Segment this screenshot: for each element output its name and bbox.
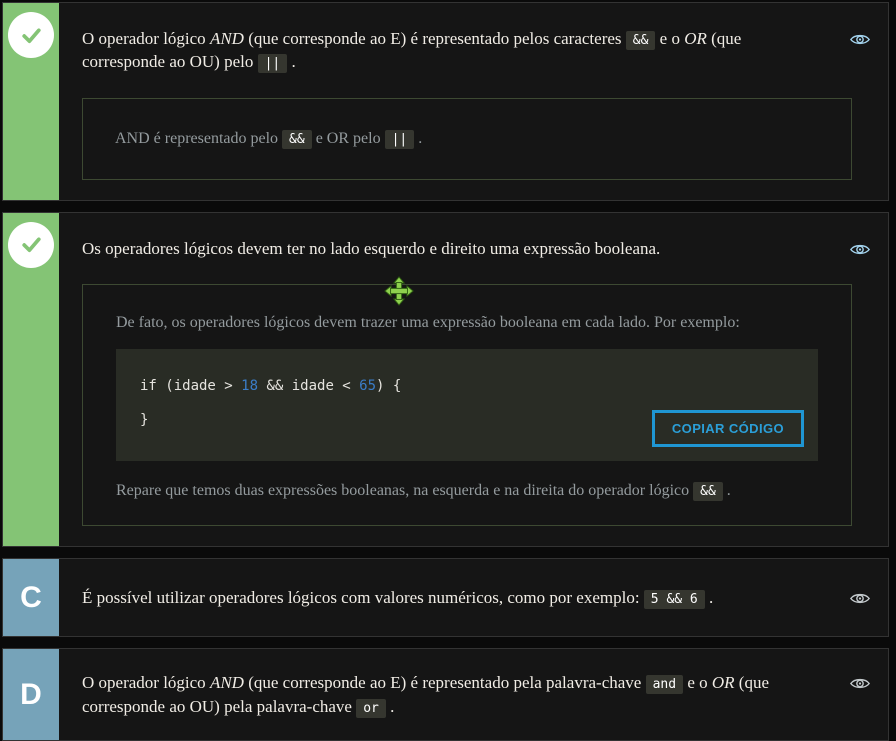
answer-content: É possível utilizar operadores lógicos c… [59,559,888,636]
answer-text: Os operadores lógicos devem ter no lado … [82,238,661,258]
visibility-toggle-button[interactable] [848,240,872,259]
answer-title-row: Os operadores lógicos devem ter no lado … [82,237,872,260]
copy-code-button[interactable]: COPIAR CÓDIGO [651,410,804,448]
correct-check-icon [8,221,54,268]
visibility-toggle-button[interactable] [848,589,872,608]
answer-content: O operador lógico AND (que corresponde a… [59,649,888,740]
answer-option-b: Os operadores lógicos devem ter no lado … [2,211,889,548]
eye-icon [849,34,871,45]
move-cursor-icon [384,276,414,307]
answer-text: O operador lógico AND (que corresponde a… [82,673,770,718]
feedback-intro-text: De fato, os operadores lógicos devem tra… [116,314,740,332]
answer-marker-correct [3,3,59,200]
quiz-review-page: { "colors": { "correct_marker_green": "#… [0,0,896,741]
feedback-panel: AND é representado pelo && e OR pelo || … [82,97,852,180]
visibility-toggle-button[interactable] [848,674,872,693]
answer-title-row: O operador lógico AND (que corresponde a… [82,671,872,718]
answer-content: O operador lógico AND (que corresponde a… [59,3,888,200]
option-letter: C [20,580,42,614]
eye-icon [849,594,871,604]
answer-content: Os operadores lógicos devem ter no lado … [59,213,888,546]
answer-marker-d: D [3,649,59,741]
checkmark-icon [21,27,41,43]
eye-icon [849,679,871,689]
option-letter: D [20,677,42,711]
answer-marker-c: C [3,559,59,637]
answer-title-row: É possível utilizar operadores lógicos c… [82,586,872,610]
answer-option-d: D O operador lógico AND (que corresponde… [2,648,889,741]
code-line: if (idade > 18 && idade < 65) { [140,378,402,395]
checkmark-icon [21,237,41,253]
visibility-toggle-button[interactable] [848,30,872,49]
answer-text: É possível utilizar operadores lógicos c… [82,588,714,610]
feedback-outro-text: Repare que temos duas expressões boolean… [116,482,731,502]
answer-marker-correct [3,212,59,547]
answer-title-row: O operador lógico AND (que corresponde a… [82,27,872,74]
feedback-text: AND é representado pelo && e OR pelo || … [115,129,423,149]
answer-option-a: O operador lógico AND (que corresponde a… [2,2,889,201]
answer-text: O operador lógico AND (que corresponde a… [82,29,742,74]
feedback-panel: De fato, os operadores lógicos devem tra… [82,276,852,527]
correct-check-icon [8,12,54,58]
eye-icon [849,244,871,254]
code-snippet: if (idade > 18 && idade < 65) { } COPIAR… [116,349,818,462]
answer-option-c: C É possível utilizar operadores lógicos… [2,558,889,638]
